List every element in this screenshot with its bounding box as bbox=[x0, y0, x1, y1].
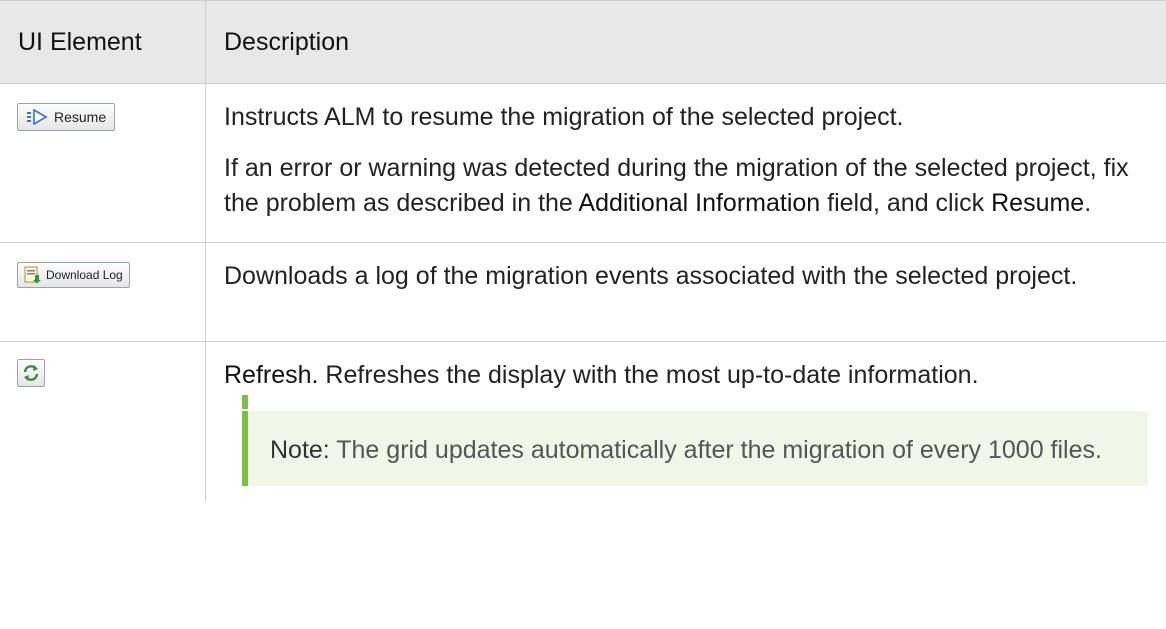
download-log-icon bbox=[24, 266, 41, 284]
table-header-row: UI Element Description bbox=[0, 0, 1166, 84]
resume-button[interactable]: Resume bbox=[17, 103, 116, 131]
ui-element-cell: Resume bbox=[0, 83, 206, 243]
download-log-button-label: Download Log bbox=[46, 267, 123, 282]
header-ui-element: UI Element bbox=[0, 0, 206, 84]
exclamation-icon bbox=[242, 395, 248, 417]
description-cell: Downloads a log of the migration events … bbox=[205, 242, 1166, 342]
additional-information-field-ref: Additional Information bbox=[578, 189, 821, 217]
resume-button-label: Resume bbox=[54, 108, 107, 125]
note-text: The grid updates automatically after the… bbox=[329, 436, 1102, 464]
table-row: Download Log Downloads a log of the migr… bbox=[0, 242, 1166, 342]
header-description: Description bbox=[205, 0, 1166, 84]
table-row: Refresh. Refreshes the display with the … bbox=[0, 341, 1166, 503]
resume-icon bbox=[27, 109, 48, 125]
ui-element-cell: Download Log bbox=[0, 242, 206, 342]
refresh-ref: Refresh. bbox=[224, 361, 319, 389]
note-label: Note: bbox=[270, 436, 330, 464]
description-text: Refresh. Refreshes the display with the … bbox=[224, 361, 979, 389]
ui-elements-table: UI Element Description Resume Instructs … bbox=[0, 0, 1166, 502]
description-cell: Instructs ALM to resume the migration of… bbox=[205, 83, 1166, 243]
resume-ref: Resume bbox=[991, 189, 1085, 217]
table-row: Resume Instructs ALM to resume the migra… bbox=[0, 83, 1166, 243]
note-box: Note: The grid updates automatically aft… bbox=[242, 395, 1148, 486]
refresh-icon bbox=[23, 365, 39, 381]
description-text: Downloads a log of the migration events … bbox=[224, 262, 1078, 290]
ui-element-cell bbox=[0, 341, 206, 502]
description-cell: Refresh. Refreshes the display with the … bbox=[206, 342, 1166, 503]
description-text: Instructs ALM to resume the migration of… bbox=[224, 103, 904, 131]
refresh-button[interactable] bbox=[17, 359, 45, 387]
download-log-button[interactable]: Download Log bbox=[17, 262, 130, 288]
description-text: If an error or warning was detected duri… bbox=[224, 154, 1129, 217]
